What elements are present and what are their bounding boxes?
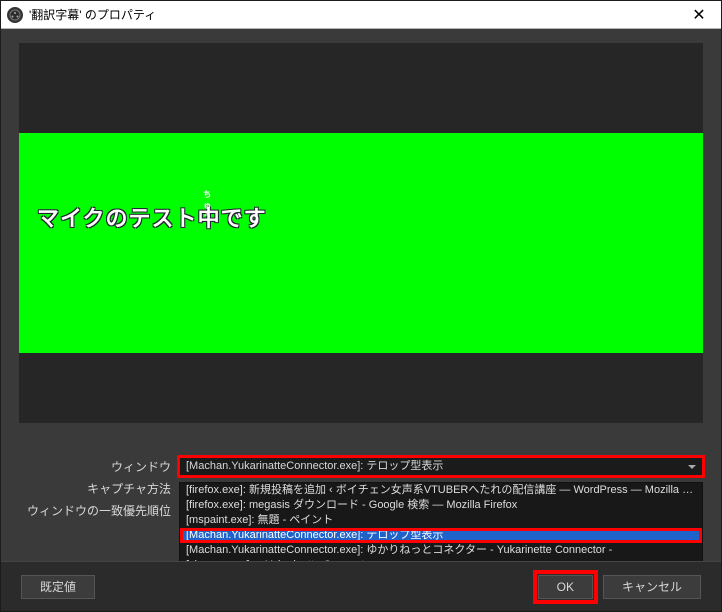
subtitle-text: マイクのテストちゅう中です [37, 201, 267, 233]
source-preview: マイクのテストちゅう中です [19, 133, 703, 353]
ruby-text: ちゅう [203, 189, 215, 222]
dropdown-option[interactable]: [chrome.exe]: ● Yukarinette Connector [180, 558, 702, 561]
cancel-button[interactable]: キャンセル [603, 575, 701, 599]
label-capture: キャプチャ方法 [19, 479, 179, 499]
dropdown-option[interactable]: [firefox.exe]: 新規投稿を追加 ‹ ボイチェン女声系VTUBERへ… [180, 483, 702, 498]
subtitle-prefix: マイクのテスト [37, 206, 198, 231]
window-dropdown-list[interactable]: [firefox.exe]: 新規投稿を追加 ‹ ボイチェン女声系VTUBERへ… [179, 482, 703, 561]
ok-button[interactable]: OK [538, 575, 593, 599]
app-icon [7, 7, 23, 23]
close-button[interactable]: ✕ [677, 1, 721, 28]
titlebar: '翻訳字幕' のプロパティ ✕ [1, 1, 721, 29]
label-window: ウィンドウ [19, 457, 179, 477]
dropdown-option[interactable]: [firefox.exe]: megasis ダウンロード - Google 検… [180, 498, 702, 513]
content-area: マイクのテストちゅう中です ウィンドウ [Machan.YukarinatteC… [1, 29, 721, 561]
dropdown-option[interactable]: [Machan.YukarinatteConnector.exe]: ゆかりねっ… [180, 543, 702, 558]
row-window: ウィンドウ [Machan.YukarinatteConnector.exe]:… [19, 457, 703, 477]
label-priority: ウィンドウの一致優先順位 [19, 501, 179, 521]
window-select[interactable]: [Machan.YukarinatteConnector.exe]: テロップ型… [179, 457, 703, 476]
preview-background: マイクのテストちゅう中です [19, 43, 703, 423]
subtitle-suffix: です [221, 206, 267, 231]
subtitle-ruby: ちゅう中 [198, 201, 221, 233]
defaults-button[interactable]: 既定値 [21, 575, 95, 599]
dropdown-option-selected[interactable]: [Machan.YukarinatteConnector.exe]: テロップ型… [180, 528, 702, 543]
window-title: '翻訳字幕' のプロパティ [29, 6, 677, 23]
window-select-value: [Machan.YukarinatteConnector.exe]: テロップ型… [186, 460, 443, 472]
dialog-footer: 既定値 OK キャンセル [1, 561, 721, 611]
field-window: [Machan.YukarinatteConnector.exe]: テロップ型… [179, 457, 703, 476]
dropdown-option[interactable]: [mspaint.exe]: 無題 - ペイント [180, 513, 702, 528]
